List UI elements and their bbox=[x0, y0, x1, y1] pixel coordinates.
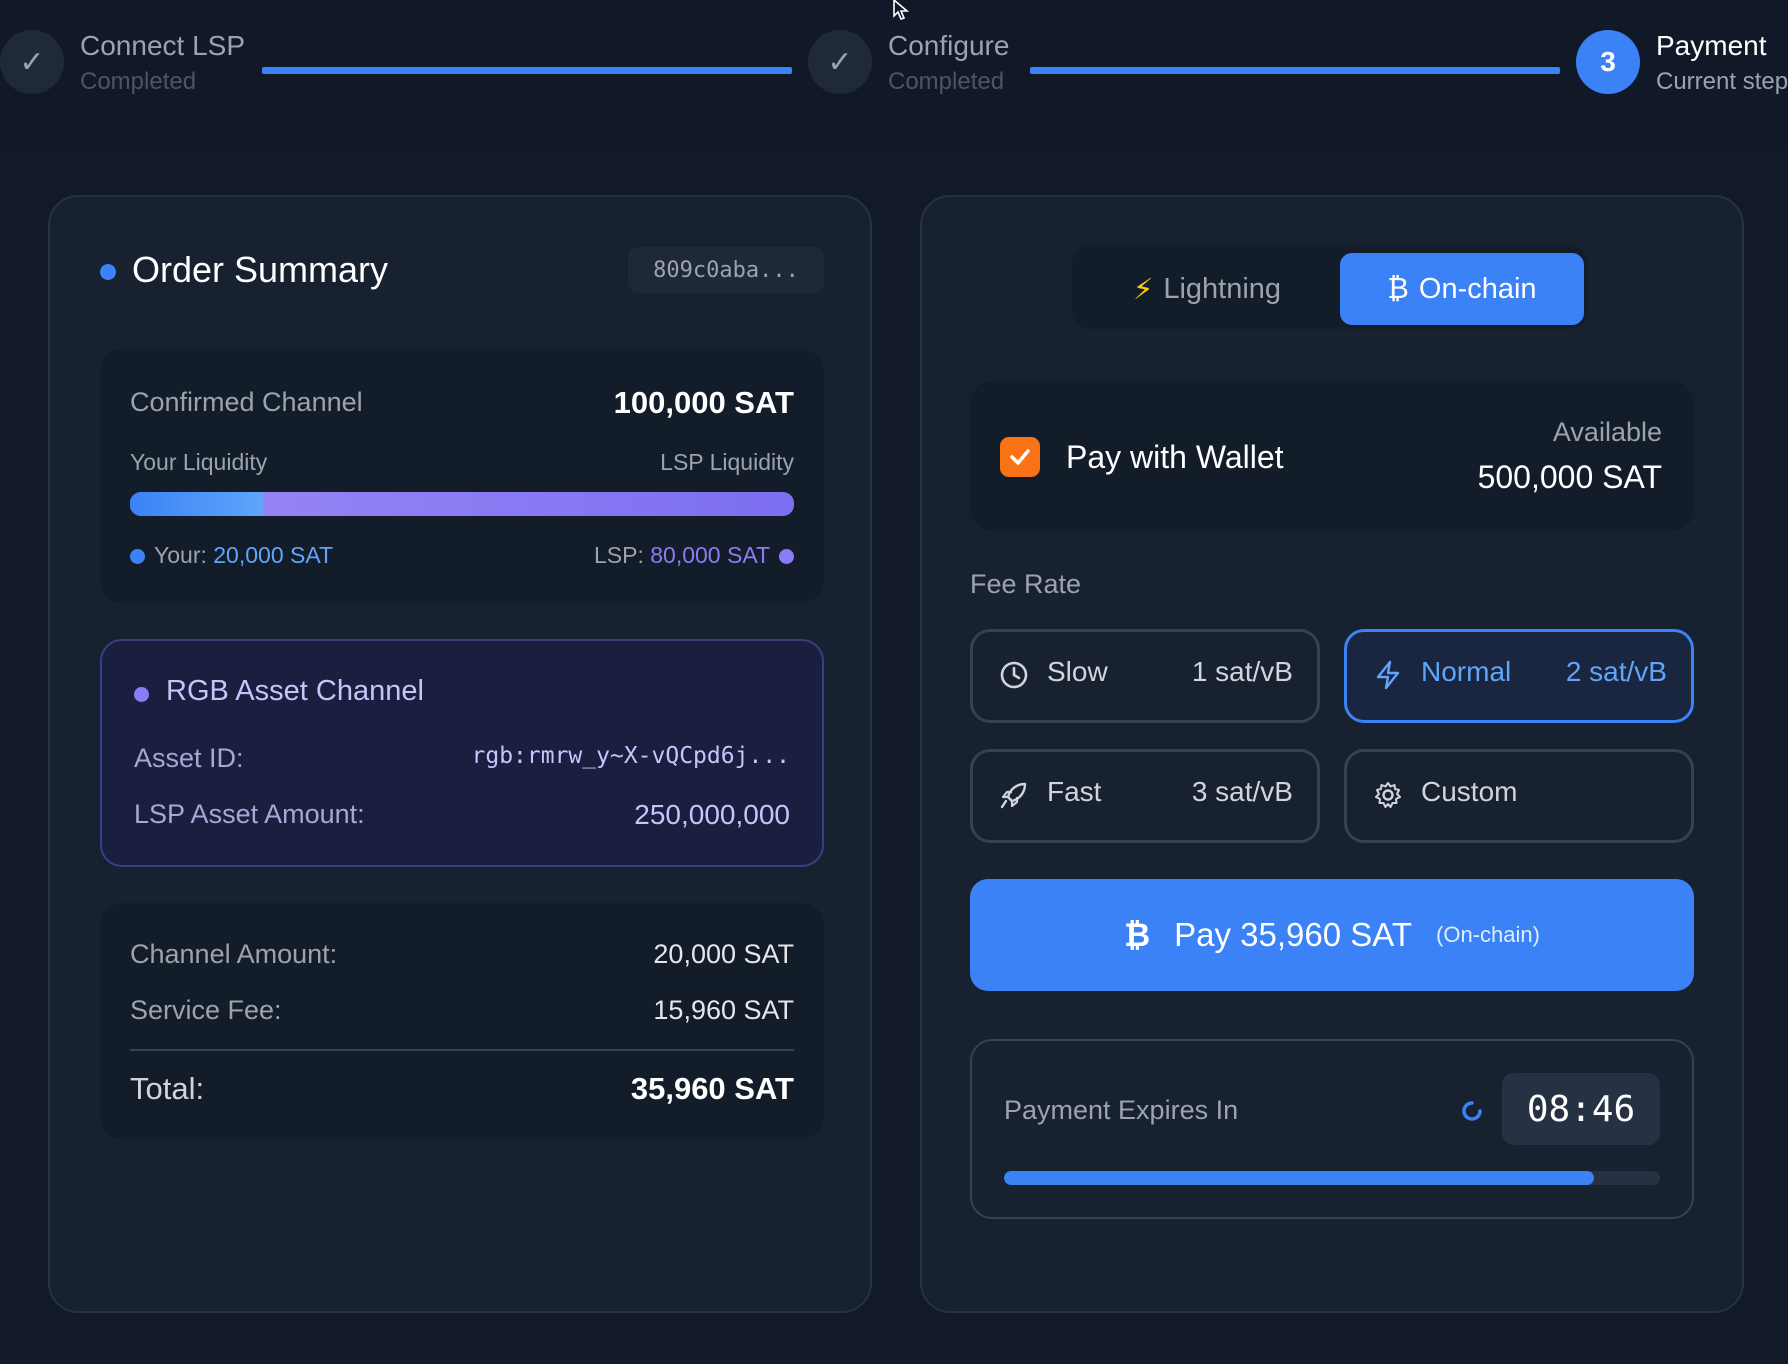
rocket-icon bbox=[1000, 782, 1027, 809]
expiry-label: Payment Expires In bbox=[1004, 1095, 1239, 1125]
step-2-status: Completed bbox=[888, 68, 1005, 95]
step-1-check-icon: ✓ bbox=[0, 30, 64, 94]
pay-with-wallet-checkbox[interactable] bbox=[1000, 437, 1040, 477]
payment-card: ⚡ Lightning ₿ On-chain Pay with Wallet A… bbox=[920, 195, 1744, 1313]
confirmed-channel-box: Confirmed Channel 100,000 SAT Your Liqui… bbox=[100, 349, 824, 603]
lsp-dot bbox=[779, 549, 794, 564]
pay-with-wallet-box: Pay with Wallet Available 500,000 SAT bbox=[970, 381, 1694, 531]
fee-normal-rate: 2 sat/vB bbox=[1565, 656, 1667, 687]
fee-fast-rate: 3 sat/vB bbox=[1191, 776, 1293, 807]
title-dot bbox=[100, 264, 116, 280]
step-connector-1 bbox=[262, 67, 792, 74]
lsp-liquidity-label: LSP Liquidity bbox=[660, 449, 794, 475]
total-value: 35,960 SAT bbox=[630, 1071, 794, 1106]
expiry-progress-track bbox=[1004, 1171, 1660, 1185]
your-liquidity-fill bbox=[130, 492, 263, 516]
lsp-asset-amount-value: 250,000,000 bbox=[634, 799, 790, 830]
step-connector-2 bbox=[1030, 67, 1560, 74]
pay-with-wallet-label: Pay with Wallet bbox=[1066, 439, 1284, 475]
your-amount-line: Your: 20,000 SAT bbox=[154, 542, 333, 569]
tab-lightning[interactable]: ⚡ Lightning bbox=[1082, 253, 1332, 325]
available-label: Available bbox=[1552, 417, 1662, 447]
tab-on-chain-label: On-chain bbox=[1418, 272, 1537, 305]
pay-button-suffix: (On-chain) bbox=[1436, 922, 1540, 947]
lsp-amount: 80,000 SAT bbox=[650, 542, 770, 568]
clock-icon bbox=[1000, 661, 1028, 689]
lightning-icon: ⚡ bbox=[1132, 273, 1154, 306]
fee-option-custom[interactable]: Custom bbox=[1344, 749, 1694, 843]
rgb-dot bbox=[134, 687, 149, 702]
fee-slow-name: Slow bbox=[1047, 656, 1108, 687]
rgb-title: RGB Asset Channel bbox=[166, 675, 424, 707]
service-fee-label: Service Fee: bbox=[130, 995, 282, 1025]
your-liquidity-label: Your Liquidity bbox=[130, 449, 268, 475]
tab-on-chain[interactable]: ₿ On-chain bbox=[1340, 253, 1584, 325]
your-prefix: Your: bbox=[154, 542, 207, 568]
step-1-title: Connect LSP bbox=[80, 30, 245, 61]
fee-fast-name: Fast bbox=[1047, 776, 1102, 807]
fee-rate-label: Fee Rate bbox=[970, 569, 1082, 599]
your-amount: 20,000 SAT bbox=[213, 542, 334, 568]
step-3-number: 3 bbox=[1576, 30, 1640, 94]
refresh-spinner-icon bbox=[1462, 1101, 1482, 1121]
available-value: 500,000 SAT bbox=[1477, 459, 1662, 495]
payment-method-tabs: ⚡ Lightning ₿ On-chain bbox=[1072, 245, 1588, 329]
step-1-status: Completed bbox=[80, 68, 197, 95]
fee-normal-name: Normal bbox=[1421, 656, 1512, 687]
gear-icon bbox=[1375, 782, 1401, 808]
mouse-cursor-icon bbox=[893, 0, 910, 20]
your-dot bbox=[130, 549, 145, 564]
lsp-asset-amount-label: LSP Asset Amount: bbox=[134, 799, 365, 829]
check-icon bbox=[1010, 449, 1030, 465]
totals-divider bbox=[130, 1049, 794, 1051]
channel-amount-value: 20,000 SAT bbox=[653, 939, 794, 969]
fee-custom-name: Custom bbox=[1421, 776, 1518, 807]
tab-lightning-label: Lightning bbox=[1163, 272, 1282, 305]
expiry-progress-fill bbox=[1004, 1171, 1595, 1185]
confirmed-channel-label: Confirmed Channel bbox=[130, 387, 363, 417]
order-summary-title: Order Summary bbox=[132, 249, 389, 290]
step-2-check-icon: ✓ bbox=[808, 30, 872, 94]
step-3-status: Current step bbox=[1656, 68, 1788, 95]
fee-option-slow[interactable]: Slow 1 sat/vB bbox=[970, 629, 1320, 723]
order-summary-card: Order Summary 809c0aba... Confirmed Chan… bbox=[48, 195, 872, 1313]
pay-button[interactable]: ₿ Pay 35,960 SAT (On-chain) bbox=[970, 879, 1694, 991]
channel-amount-label: Channel Amount: bbox=[130, 939, 338, 969]
lsp-prefix: LSP: bbox=[593, 542, 644, 568]
service-fee-value: 15,960 SAT bbox=[653, 995, 794, 1025]
lsp-amount-line: LSP: 80,000 SAT bbox=[594, 542, 770, 569]
total-label: Total: bbox=[130, 1071, 205, 1106]
step-2-title: Configure bbox=[888, 30, 1010, 61]
step-3-title: Payment bbox=[1656, 30, 1767, 61]
rgb-asset-channel-box: RGB Asset Channel Asset ID: rgb:rmrw_y~X… bbox=[100, 639, 824, 867]
fee-slow-rate: 1 sat/vB bbox=[1191, 656, 1293, 687]
countdown-timer: 08:46 bbox=[1502, 1073, 1660, 1145]
progress-stepper: ✓ Connect LSP Completed ✓ Configure Comp… bbox=[0, 0, 1788, 140]
asset-id-value[interactable]: rgb:rmrw_y~X-vQCpd6j... bbox=[472, 743, 791, 769]
liquidity-bar bbox=[130, 492, 794, 516]
asset-id-label: Asset ID: bbox=[134, 743, 244, 773]
confirmed-channel-value: 100,000 SAT bbox=[613, 385, 794, 420]
bitcoin-icon: ₿ bbox=[1124, 916, 1151, 953]
payment-expiry-box: Payment Expires In 08:46 bbox=[970, 1039, 1694, 1219]
pay-button-label: Pay 35,960 SAT bbox=[1174, 916, 1413, 953]
totals-box: Channel Amount: 20,000 SAT Service Fee: … bbox=[100, 903, 824, 1139]
lightning-icon bbox=[1376, 660, 1400, 690]
order-id-badge[interactable]: 809c0aba... bbox=[628, 247, 824, 293]
fee-option-normal[interactable]: Normal 2 sat/vB bbox=[1344, 629, 1694, 723]
fee-option-fast[interactable]: Fast 3 sat/vB bbox=[970, 749, 1320, 843]
bitcoin-icon: ₿ bbox=[1387, 272, 1409, 305]
